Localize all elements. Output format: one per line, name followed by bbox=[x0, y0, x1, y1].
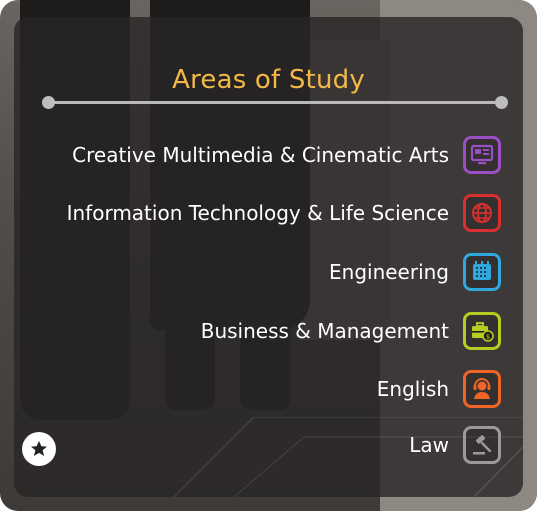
area-label: English bbox=[376, 377, 449, 401]
area-label: Information Technology & Life Science bbox=[66, 201, 449, 225]
areas-of-study-panel: Areas of Study Creative Multimedia & Cin… bbox=[14, 17, 523, 497]
area-label: Law bbox=[409, 433, 449, 457]
divider-dot-right bbox=[495, 96, 508, 109]
area-item-engineering[interactable]: Engineering bbox=[329, 250, 501, 294]
divider-dot-left bbox=[42, 96, 55, 109]
area-label: Creative Multimedia & Cinematic Arts bbox=[72, 143, 449, 167]
globe-network-icon bbox=[463, 194, 501, 232]
area-label: Engineering bbox=[329, 260, 449, 284]
area-item-creative-multimedia[interactable]: Creative Multimedia & Cinematic Arts bbox=[72, 133, 501, 177]
circuit-board-icon bbox=[463, 253, 501, 291]
gavel-icon bbox=[463, 426, 501, 464]
svg-text:$: $ bbox=[486, 333, 490, 341]
area-item-law[interactable]: Law bbox=[409, 423, 501, 467]
headset-person-icon bbox=[463, 370, 501, 408]
area-label: Business & Management bbox=[200, 319, 449, 343]
star-icon bbox=[31, 441, 47, 456]
panel-title: Areas of Study bbox=[172, 65, 365, 95]
area-item-english[interactable]: English bbox=[377, 367, 501, 411]
media-screen-icon bbox=[463, 136, 501, 174]
briefcase-dollar-icon: $ bbox=[463, 312, 501, 350]
area-item-information-technology[interactable]: Information Technology & Life Science bbox=[67, 191, 501, 235]
title-divider bbox=[48, 101, 501, 104]
favorite-button[interactable] bbox=[22, 432, 56, 466]
area-item-business-management[interactable]: Business & Management $ bbox=[201, 309, 501, 353]
